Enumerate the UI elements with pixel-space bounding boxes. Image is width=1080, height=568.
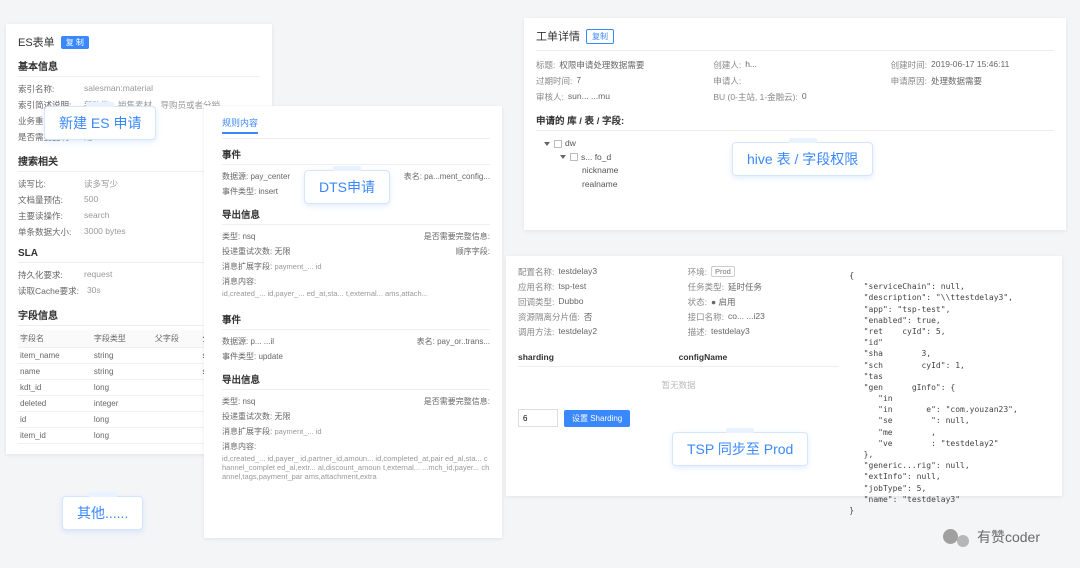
wo-title: 工单详情	[536, 28, 580, 44]
callout-es: 新建 ES 申请	[44, 106, 156, 140]
callout-dts: DTS申请	[304, 170, 390, 204]
wo-grid: 标题:权限申请处理数据需要创建人:h...创建时间:2019-06-17 15:…	[536, 59, 1054, 103]
config-json: { "serviceChain": null, "description": "…	[849, 266, 1050, 486]
sec-basic: 基本信息	[18, 58, 260, 77]
dts-tabs: 规则内容	[222, 116, 490, 139]
wo-copy-button[interactable]: 复制	[586, 29, 614, 44]
es-title-row: ES表单 复 制	[18, 34, 260, 50]
workorder-panel: 工单详情 复制 标题:权限申请处理数据需要创建人:h...创建时间:2019-0…	[524, 18, 1066, 230]
sharding-input[interactable]	[518, 409, 558, 427]
tab-rule[interactable]: 规则内容	[222, 116, 258, 134]
tsp-meta: 配置名称:testdelay3环境:Prod应用名称:tsp-test任务类型:…	[518, 266, 839, 338]
es-title: ES表单	[18, 34, 55, 50]
callout-tsp: TSP 同步至 Prod	[672, 432, 808, 466]
callout-hive: hive 表 / 字段权限	[732, 142, 873, 176]
sharding-header: shardingconfigName	[518, 348, 839, 367]
es-copy-button[interactable]: 复 制	[61, 36, 89, 49]
callout-other: 其他......	[62, 496, 143, 530]
set-sharding-button[interactable]: 设置 Sharding	[564, 410, 630, 427]
watermark: 有赞coder	[943, 524, 1040, 550]
wechat-icon	[943, 524, 969, 550]
sharding-empty: 暂无数据	[518, 367, 839, 403]
